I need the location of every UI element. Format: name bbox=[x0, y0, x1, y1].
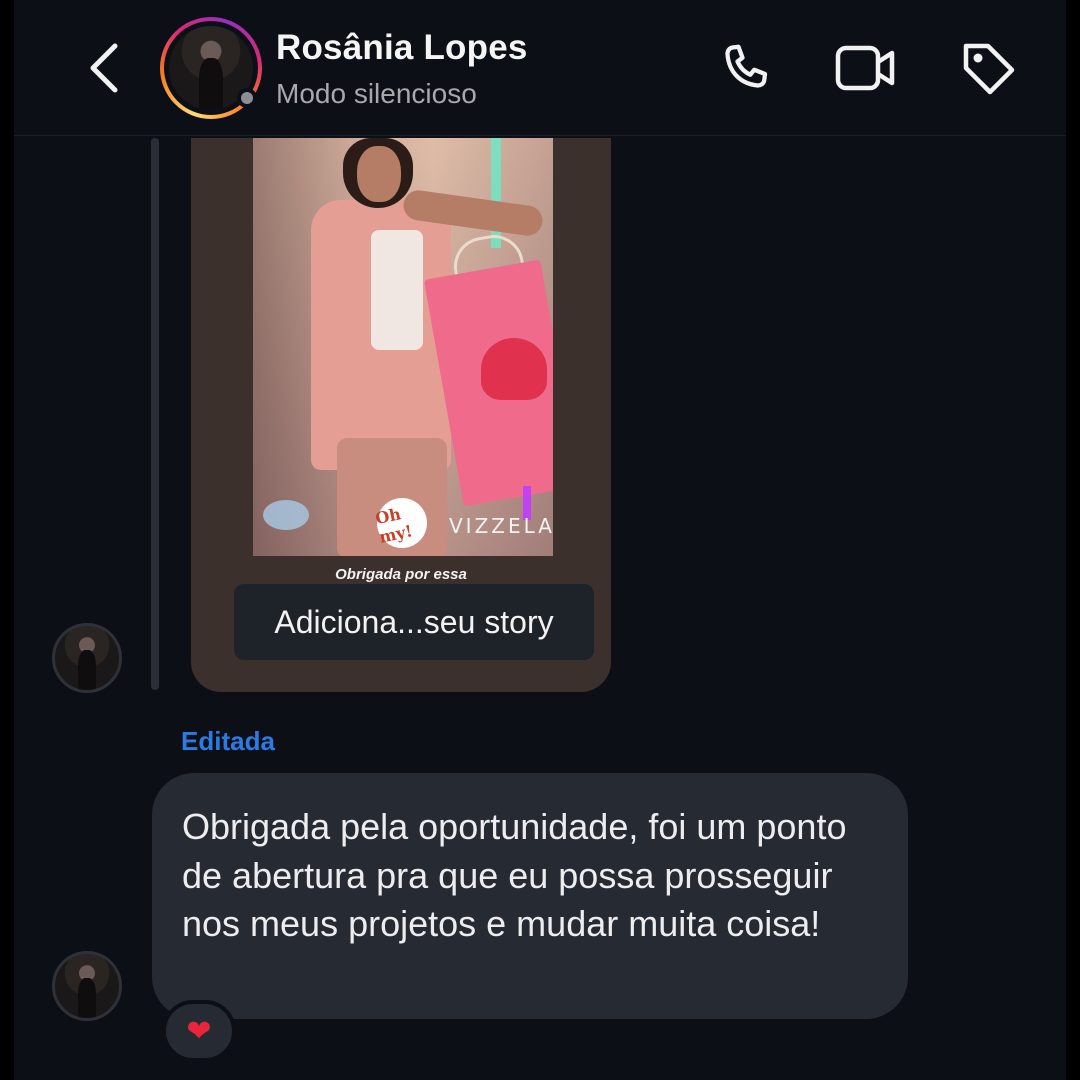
video-camera-icon bbox=[835, 45, 895, 91]
sender-avatar[interactable] bbox=[52, 951, 122, 1021]
muted-badge bbox=[237, 88, 257, 108]
vizzela-logo: VIZZELA bbox=[449, 514, 553, 538]
heart-icon: ❤ bbox=[186, 1014, 212, 1048]
story-photo[interactable]: Oh my! VIZZELA bbox=[253, 138, 553, 556]
contact-name[interactable]: Rosânia Lopes bbox=[276, 28, 528, 68]
chat-header: Rosânia Lopes Modo silencioso bbox=[14, 0, 1066, 136]
story-reply-card[interactable]: Oh my! VIZZELA Obrigada por essa Adicion… bbox=[191, 138, 611, 692]
story-caption: Obrigada por essa bbox=[335, 566, 467, 583]
edited-label[interactable]: Editada bbox=[181, 726, 275, 757]
reply-indicator-bar bbox=[151, 138, 159, 690]
message-text: Obrigada pela oportunidade, foi um ponto… bbox=[182, 806, 847, 944]
add-to-story-sticker[interactable]: Adiciona...seu story bbox=[234, 584, 594, 660]
chat-window: Rosânia Lopes Modo silencioso Oh my! VIZ… bbox=[14, 0, 1066, 1080]
video-call-button[interactable] bbox=[834, 36, 898, 100]
tag-icon bbox=[963, 43, 1015, 95]
tag-button[interactable] bbox=[956, 36, 1020, 100]
contact-status: Modo silencioso bbox=[276, 78, 477, 109]
sender-avatar[interactable] bbox=[52, 623, 122, 693]
back-chevron-icon bbox=[90, 43, 118, 93]
heart-reaction[interactable]: ❤ bbox=[162, 1000, 236, 1062]
phone-icon bbox=[725, 44, 768, 88]
message-bubble[interactable]: Obrigada pela oportunidade, foi um ponto… bbox=[152, 773, 908, 1019]
voice-call-button[interactable] bbox=[714, 36, 778, 100]
back-button[interactable] bbox=[76, 36, 132, 100]
sponsor-logo bbox=[263, 500, 309, 530]
